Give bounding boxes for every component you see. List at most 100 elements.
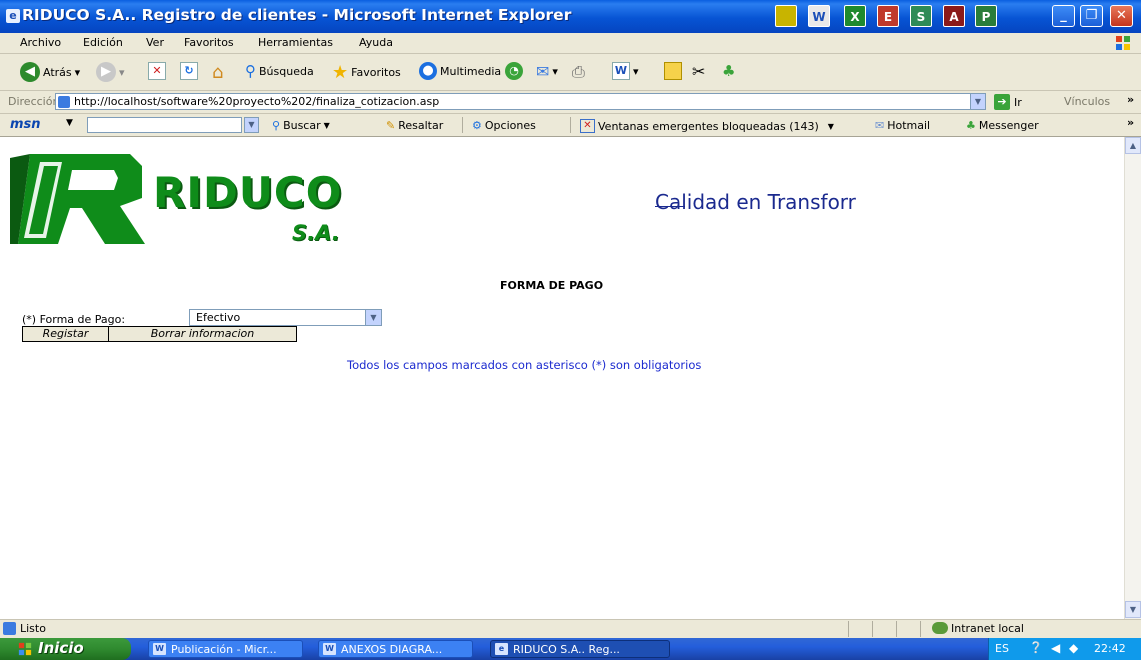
- edit-button[interactable]: W ▾: [612, 62, 639, 80]
- windows-flag-icon: [18, 642, 32, 656]
- search-icon: ⚲: [272, 119, 281, 132]
- msn-search-dropdown-icon[interactable]: ▼: [244, 117, 259, 133]
- msn-search-input[interactable]: [87, 117, 242, 133]
- star-icon: ★: [332, 62, 349, 83]
- chevron-right-icon[interactable]: »: [1127, 93, 1134, 106]
- word-edit-icon: W: [612, 62, 630, 80]
- options-button[interactable]: ⚙ Opciones: [472, 119, 536, 132]
- company-logo-text: RIDUCO: [153, 168, 343, 217]
- go-button[interactable]: ➔ Ir: [994, 94, 1022, 110]
- history-icon: ◔: [505, 62, 523, 80]
- word-icon[interactable]: W: [808, 5, 830, 27]
- popup-blocker-button[interactable]: ✕ Ventanas emergentes bloqueadas (143) ▼: [580, 119, 834, 133]
- forward-arrow-icon: ▶: [96, 62, 116, 82]
- ie-icon: e: [6, 9, 20, 23]
- status-text: Listo: [20, 622, 46, 635]
- msn-dropdown-icon[interactable]: ▼: [66, 118, 73, 128]
- refresh-button[interactable]: ↻: [180, 62, 198, 80]
- taskbar-item-riduco[interactable]: e RIDUCO S.A.. Reg...: [490, 640, 670, 658]
- excel-icon[interactable]: X: [844, 5, 866, 27]
- home-button[interactable]: ⌂: [212, 62, 223, 83]
- form-title: FORMA DE PAGO: [500, 279, 604, 292]
- messenger-button[interactable]: ♣ Messenger: [966, 119, 1039, 132]
- payment-method-select[interactable]: Efectivo ▼: [189, 309, 382, 326]
- access-icon[interactable]: A: [943, 5, 965, 27]
- print-button[interactable]: ⎙: [572, 62, 585, 82]
- status-divider: [872, 621, 873, 637]
- vertical-scrollbar[interactable]: ▲ ▼: [1124, 137, 1141, 619]
- publisher-icon[interactable]: S: [910, 5, 932, 27]
- mail-icon: ✉: [875, 119, 885, 132]
- project-icon[interactable]: P: [975, 5, 997, 27]
- highlighter-icon: ✎: [386, 119, 396, 132]
- mail-button[interactable]: ✉ ▾: [536, 62, 558, 81]
- address-label: Dirección: [8, 95, 60, 108]
- app-yellow-icon[interactable]: [775, 5, 797, 27]
- menu-ver[interactable]: Ver: [146, 36, 164, 49]
- company-logo-sa: S.A.: [292, 221, 340, 245]
- chevron-down-icon[interactable]: ▼: [365, 310, 381, 325]
- menu-favoritos[interactable]: Favoritos: [184, 36, 234, 49]
- tray-volume-icon[interactable]: ◀: [1051, 641, 1060, 655]
- register-button[interactable]: Registar: [22, 326, 109, 342]
- go-arrow-icon: ➔: [994, 94, 1010, 110]
- menu-archivo[interactable]: Archivo: [20, 36, 61, 49]
- start-button[interactable]: Inicio: [0, 638, 131, 660]
- tray-network-icon[interactable]: ◆: [1069, 641, 1078, 655]
- msn-logo[interactable]: msn: [10, 117, 41, 132]
- links-button[interactable]: Vínculos: [1064, 95, 1110, 108]
- msn-toolbar: msn ▼ ▼ ⚲ Buscar ▼ ✎ Resaltar ⚙ Opciones …: [0, 114, 1141, 137]
- taskbar-item-publicacion[interactable]: W Publicación - Micr...: [148, 640, 303, 658]
- menu-herramientas[interactable]: Herramientas: [258, 36, 333, 49]
- back-button[interactable]: ◀ Atrás ▾: [20, 62, 80, 82]
- options-icon: ⚙: [472, 119, 482, 132]
- research-button[interactable]: ✂: [692, 62, 705, 81]
- search-button[interactable]: ⚲ Búsqueda: [245, 62, 314, 80]
- system-tray: ES ❔ ◀ ◆ 22:42: [988, 638, 1141, 660]
- stop-button[interactable]: ✕: [148, 62, 166, 80]
- highlight-button[interactable]: ✎ Resaltar: [386, 119, 443, 132]
- menu-edicion[interactable]: Edición: [83, 36, 123, 49]
- scroll-up-icon[interactable]: ▲: [1125, 137, 1141, 154]
- status-divider: [920, 621, 921, 637]
- tray-help-icon[interactable]: ❔: [1029, 641, 1043, 654]
- status-bar: Listo Intranet local: [0, 619, 1141, 638]
- menu-ayuda[interactable]: Ayuda: [359, 36, 393, 49]
- powerpoint-icon[interactable]: E: [877, 5, 899, 27]
- clock[interactable]: 22:42: [1094, 642, 1126, 655]
- minimize-button[interactable]: _: [1052, 5, 1075, 27]
- taskbar: Inicio W Publicación - Micr... W ANEXOS DI…: [0, 638, 1141, 660]
- clear-button[interactable]: Borrar informacion: [108, 326, 297, 342]
- menu-bar: Archivo Edición Ver Favoritos Herramient…: [0, 33, 1141, 54]
- language-indicator[interactable]: ES: [995, 642, 1009, 655]
- discuss-button[interactable]: [664, 62, 682, 80]
- separator: [462, 117, 463, 133]
- note-icon: [664, 62, 682, 80]
- taskbar-item-anexos[interactable]: W ANEXOS DIAGRA...: [318, 640, 473, 658]
- hotmail-button[interactable]: ✉ Hotmail: [875, 119, 930, 132]
- security-zone: Intranet local: [951, 622, 1024, 635]
- ie-icon: e: [495, 643, 508, 655]
- forward-button[interactable]: ▶ ▾: [96, 62, 125, 82]
- media-icon: ●: [419, 62, 437, 80]
- riduco-logo-icon: [10, 154, 145, 244]
- title-bar[interactable]: e RIDUCO S.A.. Registro de clientes - Mi…: [0, 0, 1141, 33]
- messenger-icon: ♣: [722, 62, 736, 80]
- media-button[interactable]: ● Multimedia: [419, 62, 501, 80]
- favorites-button[interactable]: ★ Favoritos: [332, 62, 401, 83]
- word-icon: W: [153, 643, 166, 655]
- close-button[interactable]: ✕: [1110, 5, 1133, 27]
- chevron-right-icon[interactable]: »: [1127, 116, 1134, 129]
- scroll-down-icon[interactable]: ▼: [1125, 601, 1141, 618]
- history-button[interactable]: ◔: [505, 62, 523, 80]
- address-input[interactable]: http://localhost/software%20proyecto%202…: [55, 93, 986, 110]
- search-icon: ⚲: [245, 62, 256, 80]
- messenger-toolbar-button[interactable]: ♣: [722, 62, 735, 80]
- msn-search-button[interactable]: ⚲ Buscar ▼: [272, 119, 330, 132]
- address-bar: Dirección http://localhost/software%20pr…: [0, 91, 1141, 114]
- restore-button[interactable]: ❐: [1080, 5, 1103, 27]
- address-dropdown-icon[interactable]: ▼: [970, 94, 985, 109]
- windows-flag-icon: [1116, 36, 1130, 50]
- back-arrow-icon: ◀: [20, 62, 40, 82]
- tool-icon: ✂: [692, 62, 706, 81]
